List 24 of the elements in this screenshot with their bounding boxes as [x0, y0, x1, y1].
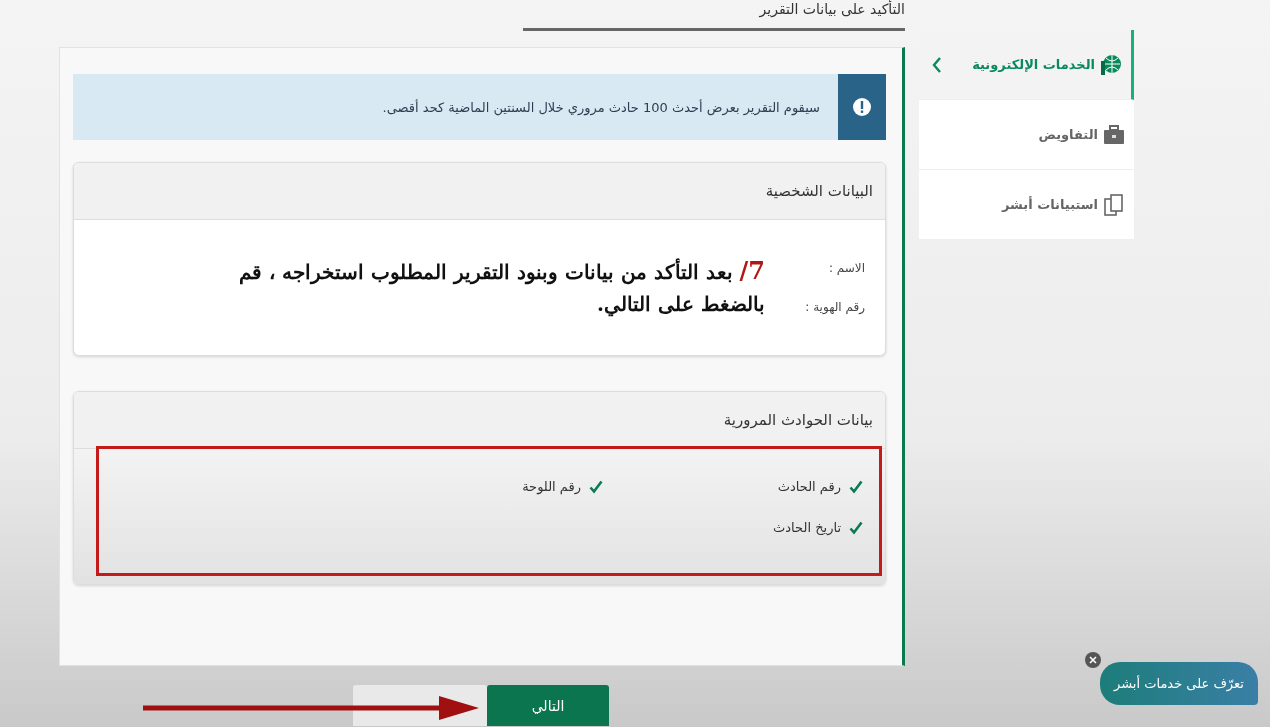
chat-text: تعرّف على خدمات أبشر — [1114, 676, 1244, 691]
checklist-label: رقم الحادث — [777, 479, 841, 494]
globe-icon — [1099, 52, 1123, 77]
checklist-label: رقم اللوحة — [522, 479, 581, 494]
close-icon[interactable] — [1085, 652, 1101, 668]
step-number: 7/ — [739, 256, 765, 285]
checklist-label: تاريخ الحادث — [773, 520, 841, 535]
panel-title: بيانات الحوادث المرورية — [723, 411, 873, 429]
field-label: الاسم : — [827, 261, 865, 275]
exclamation-icon — [852, 97, 872, 117]
sidebar-item[interactable]: استبيانات أبشر — [919, 170, 1134, 240]
sidebar-item[interactable]: التفاويض — [919, 100, 1134, 170]
briefcase-icon — [1102, 122, 1126, 147]
sidebar-label: التفاويض — [1037, 127, 1098, 142]
alert-text: سيقوم التقرير بعرض أحدث 100 حادث مروري خلال السنتين الماضية كحد أقصى. — [382, 99, 820, 115]
page-title: التأكيد على بيانات التقرير — [523, 0, 905, 31]
sidebar-label: الخدمات الإلكترونية — [971, 57, 1095, 72]
chat-bubble[interactable]: تعرّف على خدمات أبشر — [1100, 662, 1258, 705]
field-label: رقم الهوية : — [804, 300, 865, 314]
sidebar-item[interactable]: الخدمات الإلكترونية — [919, 30, 1134, 100]
sidebar-label: استبيانات أبشر — [1000, 197, 1098, 212]
documents-icon — [1102, 192, 1126, 217]
next-button[interactable]: التالي — [487, 685, 609, 726]
panel-title: البيانات الشخصية — [765, 182, 873, 200]
